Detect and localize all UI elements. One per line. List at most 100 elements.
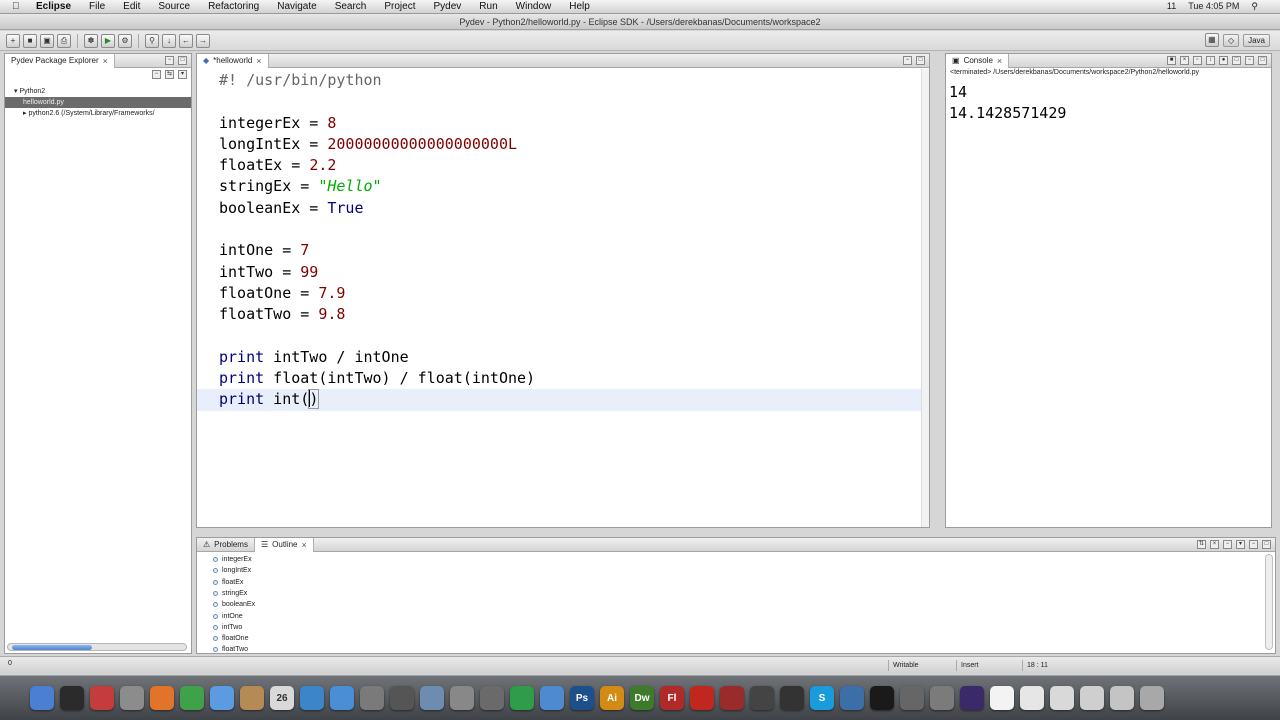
collapse-all-icon[interactable]: − xyxy=(1223,540,1232,549)
code-line[interactable]: integerEx = 8 xyxy=(219,113,923,134)
chrome-icon[interactable] xyxy=(180,686,204,710)
calculator-icon[interactable] xyxy=(900,686,924,710)
address-book-icon[interactable] xyxy=(240,686,264,710)
outline-item[interactable]: intOne xyxy=(213,611,243,622)
external-tools-icon[interactable]: ⚙ xyxy=(118,33,132,48)
stack-icon[interactable] xyxy=(1080,686,1104,710)
open-perspective-icon[interactable]: ▦ xyxy=(1204,33,1219,47)
close-icon[interactable]: × xyxy=(997,56,1002,66)
code-line[interactable]: floatEx = 2.2 xyxy=(219,155,923,176)
debug-icon[interactable]: ✽ xyxy=(84,33,98,48)
ichat-icon[interactable] xyxy=(210,686,234,710)
forward-icon[interactable]: → xyxy=(196,33,210,48)
maximize-icon[interactable]: □ xyxy=(1258,56,1267,65)
photoshop-icon[interactable]: Ps xyxy=(570,686,594,710)
vertical-scrollbar[interactable] xyxy=(1265,554,1273,650)
code-area[interactable]: #! /usr/bin/python integerEx = 8 longIntE… xyxy=(197,70,923,411)
acrobat-icon[interactable] xyxy=(690,686,714,710)
code-line[interactable]: floatTwo = 9.8 xyxy=(219,304,923,325)
save-all-icon[interactable]: ▣ xyxy=(40,33,54,48)
tab-outline[interactable]: ☰ Outline × xyxy=(254,537,314,552)
display-console-icon[interactable]: □ xyxy=(1232,56,1241,65)
search-icon[interactable]: ⚲ xyxy=(145,33,159,48)
soundtrack-icon[interactable] xyxy=(750,686,774,710)
code-line[interactable]: #! /usr/bin/python xyxy=(219,70,923,91)
outline-item[interactable]: floatOne xyxy=(213,633,248,644)
menu-navigate[interactable]: Navigate xyxy=(277,1,316,12)
menu-source[interactable]: Source xyxy=(158,1,190,12)
firefox-icon[interactable] xyxy=(150,686,174,710)
safari-icon[interactable] xyxy=(330,686,354,710)
eclipse-icon[interactable] xyxy=(960,686,984,710)
maximize-icon[interactable]: □ xyxy=(178,56,187,65)
clear-console-icon[interactable]: ▫ xyxy=(1193,56,1202,65)
code-line[interactable]: print float(intTwo) / float(intOne) xyxy=(219,368,923,389)
outline-item[interactable]: floatTwo xyxy=(213,644,248,655)
tab-problems[interactable]: ⚠ Problems xyxy=(197,537,255,552)
pages-icon[interactable] xyxy=(540,686,564,710)
menu-search[interactable]: Search xyxy=(335,1,367,12)
menu-window[interactable]: Window xyxy=(516,1,552,12)
close-icon[interactable]: × xyxy=(256,56,261,66)
next-annotation-icon[interactable]: ↓ xyxy=(162,33,176,48)
run-icon[interactable]: ▶ xyxy=(101,33,115,48)
menu-help[interactable]: Help xyxy=(569,1,590,12)
preferences-icon[interactable] xyxy=(120,686,144,710)
tree-item[interactable]: ▸ python2.6 (/System/Library/Frameworks/ xyxy=(5,108,191,119)
console-output[interactable]: 14 14.1428571429 xyxy=(949,82,1066,124)
link-with-editor-icon[interactable]: ⇆ xyxy=(165,70,174,79)
minimize-icon[interactable]: − xyxy=(165,56,174,65)
save-icon[interactable]: ■ xyxy=(23,33,37,48)
back-icon[interactable]: ← xyxy=(179,33,193,48)
trash-icon[interactable] xyxy=(1140,686,1164,710)
menu-pydev[interactable]: Pydev xyxy=(434,1,462,12)
remove-launch-icon[interactable]: × xyxy=(1180,56,1189,65)
outline-item[interactable]: integerEx xyxy=(213,554,252,565)
maximize-icon[interactable]: □ xyxy=(1262,540,1271,549)
dashboard-icon[interactable] xyxy=(60,686,84,710)
ical-icon[interactable]: 26 xyxy=(270,686,294,710)
horizontal-scrollbar[interactable] xyxy=(7,643,187,651)
clock[interactable]: Tue 4:05 PM xyxy=(1188,1,1239,12)
tree-item[interactable]: ▾ Python2 xyxy=(5,86,191,97)
code-line[interactable]: print intTwo / intOne xyxy=(219,347,923,368)
stack2-icon[interactable] xyxy=(1110,686,1134,710)
skype-icon[interactable]: S xyxy=(810,686,834,710)
numbers-icon[interactable] xyxy=(510,686,534,710)
code-line[interactable]: longIntEx = 20000000000000000000L xyxy=(219,134,923,155)
sort-icon[interactable]: ⇅ xyxy=(1197,540,1206,549)
tab-helloworld[interactable]: ◆ *helloworld × xyxy=(197,53,269,68)
menu-run[interactable]: Run xyxy=(479,1,497,12)
minimize-icon[interactable]: − xyxy=(903,56,912,65)
folder-icon[interactable] xyxy=(1050,686,1074,710)
fireworks-icon[interactable] xyxy=(720,686,744,710)
java-perspective-button[interactable]: Java xyxy=(1243,33,1270,47)
outline-item[interactable]: stringEx xyxy=(213,588,247,599)
hide-icon[interactable]: × xyxy=(1210,540,1219,549)
instruments-icon[interactable] xyxy=(390,686,414,710)
code-line[interactable] xyxy=(219,91,923,112)
status-extra[interactable]: 11 xyxy=(1167,1,1176,12)
dreamweaver-icon[interactable]: Dw xyxy=(630,686,654,710)
terminal-icon[interactable] xyxy=(870,686,894,710)
document1-icon[interactable] xyxy=(990,686,1014,710)
document2-icon[interactable] xyxy=(1020,686,1044,710)
apple-icon[interactable]:  xyxy=(12,1,26,12)
pydev-perspective-button[interactable]: ◇ xyxy=(1222,33,1240,47)
code-line[interactable]: stringEx = "Hello" xyxy=(219,176,923,197)
print-icon[interactable]: ⎙ xyxy=(57,33,71,48)
close-icon[interactable]: × xyxy=(103,56,108,66)
pen-tool-icon[interactable] xyxy=(480,686,504,710)
xcode-tool-icon[interactable] xyxy=(360,686,384,710)
tab-package-explorer[interactable]: Pydev Package Explorer × xyxy=(5,53,115,68)
outline-item[interactable]: intTwo xyxy=(213,622,242,633)
pin-console-icon[interactable]: ● xyxy=(1219,56,1228,65)
tree-item[interactable]: helloworld.py xyxy=(5,97,191,108)
menu-eclipse[interactable]: Eclipse xyxy=(36,1,71,12)
code-line[interactable]: intTwo = 99 xyxy=(219,262,923,283)
spotlight-icon[interactable]: ⚲ xyxy=(1251,1,1258,12)
flash-icon[interactable]: Fl xyxy=(660,686,684,710)
code-line[interactable] xyxy=(219,219,923,240)
scroll-lock-icon[interactable]: ↕ xyxy=(1206,56,1215,65)
calendar-app-icon[interactable] xyxy=(90,686,114,710)
